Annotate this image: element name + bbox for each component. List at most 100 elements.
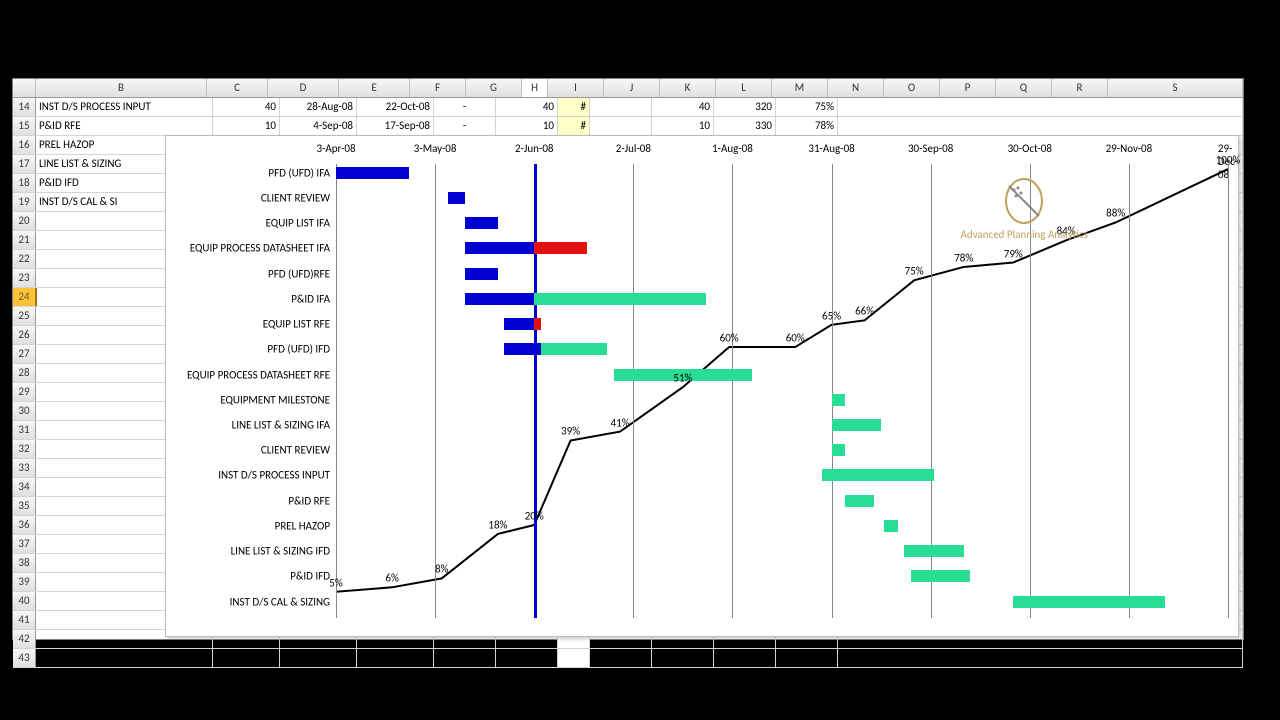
- grid-row[interactable]: 14INST D/S PROCESS INPUT4028-Aug-0822-Oc…: [13, 98, 1243, 117]
- row-header[interactable]: 21: [13, 231, 36, 249]
- cell[interactable]: 4-Sep-08: [280, 117, 357, 135]
- row-header[interactable]: 42: [13, 630, 36, 648]
- row-header[interactable]: 16: [13, 136, 36, 154]
- cell[interactable]: [590, 98, 652, 116]
- gantt-bar: [534, 293, 706, 305]
- row-header[interactable]: 36: [13, 516, 36, 534]
- col-header-F[interactable]: F: [410, 79, 466, 97]
- cell[interactable]: 320: [714, 98, 776, 116]
- row-header[interactable]: 24: [13, 288, 37, 306]
- row-header[interactable]: 18: [13, 174, 36, 192]
- s-curve-label: 66%: [855, 305, 874, 318]
- col-header-E[interactable]: E: [339, 79, 410, 97]
- row-header[interactable]: 38: [13, 554, 36, 572]
- s-curve-label: 51%: [673, 371, 692, 384]
- col-header-L[interactable]: L: [716, 79, 772, 97]
- cell[interactable]: #: [558, 98, 590, 116]
- cell[interactable]: [434, 649, 496, 667]
- cell[interactable]: 22-Oct-08: [357, 98, 434, 116]
- row-header[interactable]: 31: [13, 421, 36, 439]
- col-header-G[interactable]: G: [466, 79, 522, 97]
- row-header[interactable]: 41: [13, 611, 36, 629]
- col-header-J[interactable]: J: [604, 79, 660, 97]
- row-header[interactable]: 29: [13, 383, 36, 401]
- row-header[interactable]: 35: [13, 497, 36, 515]
- cell[interactable]: [590, 649, 652, 667]
- row-header[interactable]: 34: [13, 478, 36, 496]
- row-header[interactable]: 19: [13, 193, 36, 211]
- col-header-Q[interactable]: Q: [996, 79, 1052, 97]
- row-header[interactable]: 14: [13, 98, 36, 116]
- col-header-R[interactable]: R: [1052, 79, 1108, 97]
- row-header[interactable]: 32: [13, 440, 36, 458]
- s-curve-label: 65%: [822, 309, 841, 322]
- row-header[interactable]: 22: [13, 250, 36, 268]
- col-header-I[interactable]: I: [548, 79, 604, 97]
- cell[interactable]: [213, 649, 280, 667]
- cell[interactable]: [558, 649, 590, 667]
- cell[interactable]: [357, 649, 434, 667]
- cell[interactable]: 78%: [776, 117, 838, 135]
- row-header[interactable]: 27: [13, 345, 36, 363]
- corner-cell[interactable]: [13, 79, 36, 97]
- task-label: P&ID RFE: [288, 494, 330, 507]
- chart-task-labels: PFD (UFD) IFACLIENT REVIEWEQUIP LIST IFA…: [166, 164, 334, 618]
- row-header[interactable]: 26: [13, 326, 36, 344]
- col-header-O[interactable]: O: [884, 79, 940, 97]
- cell[interactable]: [838, 117, 1243, 135]
- row-header[interactable]: 33: [13, 459, 36, 477]
- cell[interactable]: 40: [496, 98, 558, 116]
- x-tick-label: 3-May-08: [414, 142, 457, 155]
- cell[interactable]: 75%: [776, 98, 838, 116]
- cell[interactable]: -: [434, 117, 496, 135]
- grid-row[interactable]: 15P&ID RFE104-Sep-0817-Sep-08-10#1033078…: [13, 117, 1243, 136]
- col-header-B[interactable]: B: [36, 79, 207, 97]
- task-label: LINE LIST & SIZING IFA: [232, 419, 330, 432]
- s-curve-label: 5%: [329, 576, 342, 589]
- row-header[interactable]: 17: [13, 155, 36, 173]
- grid-row[interactable]: 43: [13, 649, 1243, 668]
- cell[interactable]: 28-Aug-08: [280, 98, 357, 116]
- task-label: INST D/S PROCESS INPUT: [218, 469, 330, 482]
- row-header[interactable]: 15: [13, 117, 36, 135]
- col-header-K[interactable]: K: [660, 79, 716, 97]
- cell[interactable]: [776, 649, 838, 667]
- s-curve-label: 6%: [385, 572, 398, 585]
- col-header-N[interactable]: N: [828, 79, 884, 97]
- row-header[interactable]: 43: [13, 649, 36, 667]
- row-header[interactable]: 20: [13, 212, 36, 230]
- cell[interactable]: [652, 649, 714, 667]
- cell[interactable]: [36, 649, 213, 667]
- cell[interactable]: [590, 117, 652, 135]
- cell[interactable]: 40: [652, 98, 714, 116]
- row-header[interactable]: 40: [13, 592, 36, 610]
- cell[interactable]: P&ID RFE: [36, 117, 213, 135]
- cell[interactable]: 10: [496, 117, 558, 135]
- row-header[interactable]: 28: [13, 364, 36, 382]
- cell[interactable]: #: [558, 117, 590, 135]
- cell[interactable]: 17-Sep-08: [357, 117, 434, 135]
- cell[interactable]: 40: [213, 98, 280, 116]
- cell[interactable]: [280, 649, 357, 667]
- cell[interactable]: INST D/S PROCESS INPUT: [36, 98, 213, 116]
- cell[interactable]: [838, 98, 1243, 116]
- cell[interactable]: 330: [714, 117, 776, 135]
- col-header-M[interactable]: M: [772, 79, 828, 97]
- row-header[interactable]: 37: [13, 535, 36, 553]
- col-header-S[interactable]: S: [1108, 79, 1243, 97]
- cell[interactable]: [714, 649, 776, 667]
- cell[interactable]: 10: [652, 117, 714, 135]
- cell[interactable]: -: [434, 98, 496, 116]
- col-header-D[interactable]: D: [268, 79, 339, 97]
- cell[interactable]: [838, 649, 1243, 667]
- col-header-C[interactable]: C: [207, 79, 268, 97]
- cell[interactable]: [496, 649, 558, 667]
- col-header-P[interactable]: P: [940, 79, 996, 97]
- cell[interactable]: 10: [213, 117, 280, 135]
- task-label: EQUIPMENT MILESTONE: [220, 393, 330, 406]
- row-header[interactable]: 39: [13, 573, 36, 591]
- row-header[interactable]: 25: [13, 307, 36, 325]
- row-header[interactable]: 30: [13, 402, 36, 420]
- col-header-H[interactable]: H: [522, 79, 548, 97]
- row-header[interactable]: 23: [13, 269, 36, 287]
